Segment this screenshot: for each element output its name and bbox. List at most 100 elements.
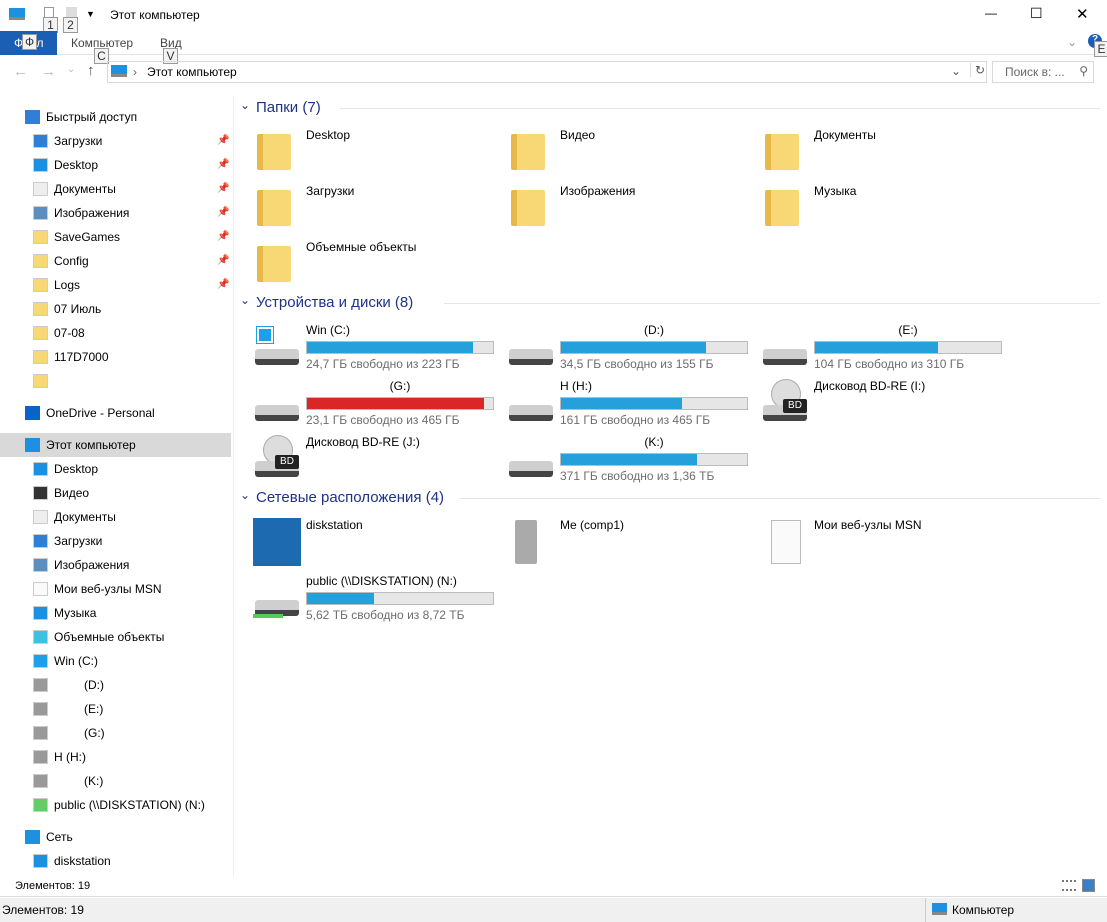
group-divider [460,498,1100,499]
free-space-text: 104 ГБ свободно из 310 ГБ [814,357,965,371]
group-header[interactable]: ⌄ Папки (7) [240,98,1100,118]
sidebar-item[interactable]: Logs 📌 [0,273,231,297]
drive-tile[interactable]: (D:) 34,5 ГБ свободно из 155 ГБ [494,323,748,375]
address-bar[interactable]: › Этот компьютер ⌄ ↻ [107,61,987,83]
capacity-fill [561,342,707,353]
folder-tile[interactable]: Загрузки [240,184,490,236]
pin-icon[interactable]: 📌 [217,129,229,153]
sidebar-item[interactable]: H (H:) [0,745,231,769]
item-count: Элементов: 19 [0,876,1107,897]
drive-tile[interactable]: (G:) 23,1 ГБ свободно из 465 ГБ [240,379,494,431]
maximize-button[interactable]: ☐ [1030,5,1043,22]
item-name: Видео [560,128,596,142]
drive-tile[interactable]: Win (C:) 24,7 ГБ свободно из 223 ГБ [240,323,494,375]
forward-button[interactable]: → [41,63,56,80]
drive-tile[interactable]: (K:) 371 ГБ свободно из 1,36 ТБ [494,435,748,487]
pin-icon[interactable]: 📌 [217,177,229,201]
sidebar-item[interactable]: Config 📌 [0,249,231,273]
network-location-tile[interactable]: Мои веб-узлы MSN [748,518,998,570]
sidebar-item[interactable]: 117D7000 [0,345,231,369]
pin-icon[interactable]: 📌 [217,249,229,273]
collapse-chevron-icon[interactable]: ⌄ [240,98,250,112]
sidebar-item-label: (E:) [84,702,104,716]
windows-logo [256,326,274,344]
sidebar-item[interactable]: Desktop [0,457,231,481]
keytip: E [1094,41,1107,57]
minimize-button[interactable]: — [985,6,997,20]
group-header[interactable]: ⌄ Устройства и диски (8) [240,293,1100,313]
folder-shape [257,190,291,226]
sidebar-item[interactable]: (E:) [0,697,231,721]
pin-icon[interactable]: 📌 [217,225,229,249]
sidebar-section-header[interactable]: Быстрый доступ [0,105,231,129]
drive-shape [255,349,299,365]
sidebar-item[interactable]: diskstation [0,849,231,873]
customize-toolbar-dropdown[interactable]: ▼ [86,9,95,19]
refresh-icon[interactable]: ↻ [970,63,985,77]
address-dropdown-chevron-icon[interactable]: ⌄ [951,64,961,78]
sidebar-item-label: Документы [54,182,116,196]
drive-tile[interactable]: H (H:) 161 ГБ свободно из 465 ГБ [494,379,748,431]
folder-tile[interactable]: Объемные объекты [240,240,490,292]
drive-tile[interactable]: BD Дисковод BD-RE (J:) [240,435,490,487]
details-view-button[interactable] [1062,880,1076,891]
sidebar-item[interactable]: Загрузки 📌 [0,129,231,153]
recent-locations-chevron-icon[interactable]: ⌄ [67,64,75,75]
up-button[interactable]: ↑ [87,62,95,79]
collapse-chevron-icon[interactable]: ⌄ [240,488,250,502]
network-location-tile[interactable]: diskstation [240,518,490,570]
pin-icon[interactable]: 📌 [217,273,229,297]
sidebar-item[interactable]: Desktop 📌 [0,153,231,177]
sidebar-item[interactable]: (K:) [0,769,231,793]
sidebar-item[interactable]: Изображения [0,553,231,577]
breadcrumb[interactable]: Этот компьютер [147,65,237,79]
sidebar-item[interactable]: Документы 📌 [0,177,231,201]
sidebar-item[interactable]: SaveGames 📌 [0,225,231,249]
back-button[interactable]: ← [13,63,28,80]
breadcrumb-separator-icon[interactable]: › [133,65,137,79]
sidebar-section-header[interactable]: Этот компьютер [0,433,231,457]
pin-icon[interactable]: 📌 [217,201,229,225]
folder-tile[interactable]: Desktop [240,128,490,180]
sidebar-item[interactable]: Изображения 📌 [0,201,231,225]
group-header[interactable]: ⌄ Сетевые расположения (4) [240,488,1100,508]
sidebar-section-header[interactable]: Сеть [0,825,231,849]
folder-tile[interactable]: Видео [494,128,744,180]
pane-divider[interactable] [233,96,234,876]
group-divider [444,303,1100,304]
large-icons-view-button[interactable] [1082,879,1095,892]
sidebar-item[interactable]: Музыка [0,601,231,625]
search-input[interactable]: Поиск в: ... ⚲ [992,61,1094,83]
sidebar-item[interactable]: (D:) [0,673,231,697]
folder-tile[interactable]: Изображения [494,184,744,236]
sidebar-item[interactable] [0,369,231,393]
network-location-tile[interactable]: public (\\DISKSTATION) (N:) 5,62 ТБ свобо… [240,574,494,626]
folder-tile[interactable]: Музыка [748,184,998,236]
network-location-tile[interactable]: Me (comp1) [494,518,744,570]
star-icon [25,110,40,124]
drive-tile[interactable]: BD Дисковод BD-RE (I:) [748,379,998,431]
capacity-fill [307,342,473,353]
sidebar-item-label: Загрузки [54,134,103,148]
sidebar-item[interactable]: (G:) [0,721,231,745]
collapse-chevron-icon[interactable]: ⌄ [240,293,250,307]
sidebar-item[interactable]: 07-08 [0,321,231,345]
folder-tile[interactable]: Документы [748,128,998,180]
drive-tile[interactable]: (E:) 104 ГБ свободно из 310 ГБ [748,323,1002,375]
sidebar-item[interactable]: Мои веб-узлы MSN [0,577,231,601]
sidebar-item[interactable]: public (\\DISKSTATION) (N:) [0,793,231,817]
capacity-fill [561,454,697,465]
sidebar-item[interactable]: Загрузки [0,529,231,553]
sidebar-item[interactable]: Объемные объекты [0,625,231,649]
sidebar-item[interactable]: Win (C:) [0,649,231,673]
expand-ribbon-chevron-icon[interactable]: ⌄ [1067,35,1077,49]
sidebar-item[interactable]: Видео [0,481,231,505]
folder-icon [33,302,48,316]
close-button[interactable]: ✕ [1076,5,1089,23]
sidebar-item-label: diskstation [54,854,111,868]
pin-icon[interactable]: 📌 [217,153,229,177]
sidebar-item[interactable]: Документы [0,505,231,529]
documents-folder-icon [761,128,801,176]
sidebar-section-header[interactable]: OneDrive - Personal [0,401,231,425]
sidebar-item[interactable]: 07 Июль [0,297,231,321]
